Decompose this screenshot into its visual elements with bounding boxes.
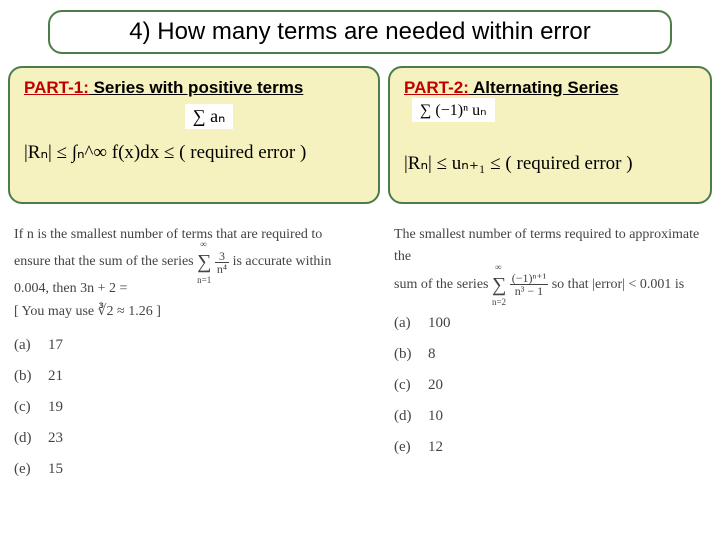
q1-num: 3: [215, 250, 229, 263]
opt-value: 20: [428, 377, 443, 393]
q1-option: (e)15: [14, 461, 374, 478]
q1-option: (d)23: [14, 430, 374, 447]
part1-formula: |Rₙ| ≤ ∫ₙ^∞ f(x)dx ≤ ( required error ): [24, 141, 364, 164]
part2-formula: |Rₙ| ≤ uₙ₊₁ ≤ ( required error ): [404, 152, 696, 175]
q2-option: (b)8: [394, 346, 706, 363]
q1-text: If n is the smallest number of terms tha…: [14, 224, 374, 323]
part2-prefix: PART-2:: [404, 78, 469, 97]
part2-rest: Alternating Series: [469, 78, 619, 97]
opt-label: (b): [394, 346, 428, 363]
opt-label: (c): [14, 399, 48, 416]
part2-label: PART-2: Alternating Series ∑ (−1)ⁿ uₙ: [404, 78, 696, 122]
part1-sigma-expr: ∑ aₙ: [185, 104, 234, 129]
q1-line-c: is accurate within: [233, 255, 332, 270]
opt-value: 17: [48, 337, 63, 353]
part2-card: PART-2: Alternating Series ∑ (−1)ⁿ uₙ |R…: [388, 66, 712, 204]
opt-value: 21: [48, 368, 63, 384]
opt-label: (a): [394, 315, 428, 332]
q2-fraction: (−1)ⁿ⁺¹n³ − 1: [510, 272, 548, 297]
q1-hint: [ You may use ∛2 ≈ 1.26 ]: [14, 304, 161, 319]
q2-den: n³ − 1: [510, 285, 548, 297]
sigma-icon: ∑∞n=2: [492, 269, 506, 301]
part1-prefix: PART-1:: [24, 78, 89, 97]
part1-label: PART-1: Series with positive terms: [24, 78, 364, 98]
q1-option: (c)19: [14, 399, 374, 416]
title-box: 4) How many terms are needed within erro…: [48, 10, 672, 54]
cards-row: PART-1: Series with positive terms ∑ aₙ …: [8, 66, 712, 204]
opt-label: (a): [14, 337, 48, 354]
q1-line-d: 0.004, then 3n + 2 =: [14, 281, 127, 296]
opt-label: (b): [14, 368, 48, 385]
question-1: If n is the smallest number of terms tha…: [8, 216, 380, 500]
q2-option: (a)100: [394, 315, 706, 332]
title-text: 4) How many terms are needed within erro…: [129, 18, 591, 46]
opt-label: (e): [14, 461, 48, 478]
q1-line-a: If n is the smallest number of terms tha…: [14, 227, 322, 242]
question-2: The smallest number of terms required to…: [388, 216, 712, 500]
part2-sigma-expr: ∑ (−1)ⁿ uₙ: [412, 98, 495, 122]
opt-label: (d): [394, 408, 428, 425]
q2-option: (d)10: [394, 408, 706, 425]
q2-option: (e)12: [394, 439, 706, 456]
opt-value: 23: [48, 430, 63, 446]
q1-option: (b)21: [14, 368, 374, 385]
q1-option: (a)17: [14, 337, 374, 354]
q2-line-a: The smallest number of terms required to…: [394, 227, 699, 264]
q1-den: n⁴: [215, 263, 229, 275]
part1-rest: Series with positive terms: [89, 78, 303, 97]
opt-value: 15: [48, 461, 63, 477]
part1-sigma: ∑ aₙ: [24, 104, 364, 129]
opt-label: (d): [14, 430, 48, 447]
q2-option: (c)20: [394, 377, 706, 394]
opt-label: (c): [394, 377, 428, 394]
opt-value: 19: [48, 399, 63, 415]
sigma-icon: ∑∞n=1: [197, 246, 211, 278]
opt-value: 12: [428, 439, 443, 455]
opt-label: (e): [394, 439, 428, 456]
opt-value: 100: [428, 315, 451, 331]
part1-card: PART-1: Series with positive terms ∑ aₙ …: [8, 66, 380, 204]
q1-fraction: 3n⁴: [215, 250, 229, 275]
q2-text: The smallest number of terms required to…: [394, 224, 706, 301]
q1-line-b: ensure that the sum of the series: [14, 255, 194, 270]
q2-line-b: sum of the series: [394, 277, 488, 292]
q2-line-c: so that |error| < 0.001 is: [552, 277, 684, 292]
opt-value: 8: [428, 346, 436, 362]
questions-row: If n is the smallest number of terms tha…: [8, 216, 712, 500]
opt-value: 10: [428, 408, 443, 424]
